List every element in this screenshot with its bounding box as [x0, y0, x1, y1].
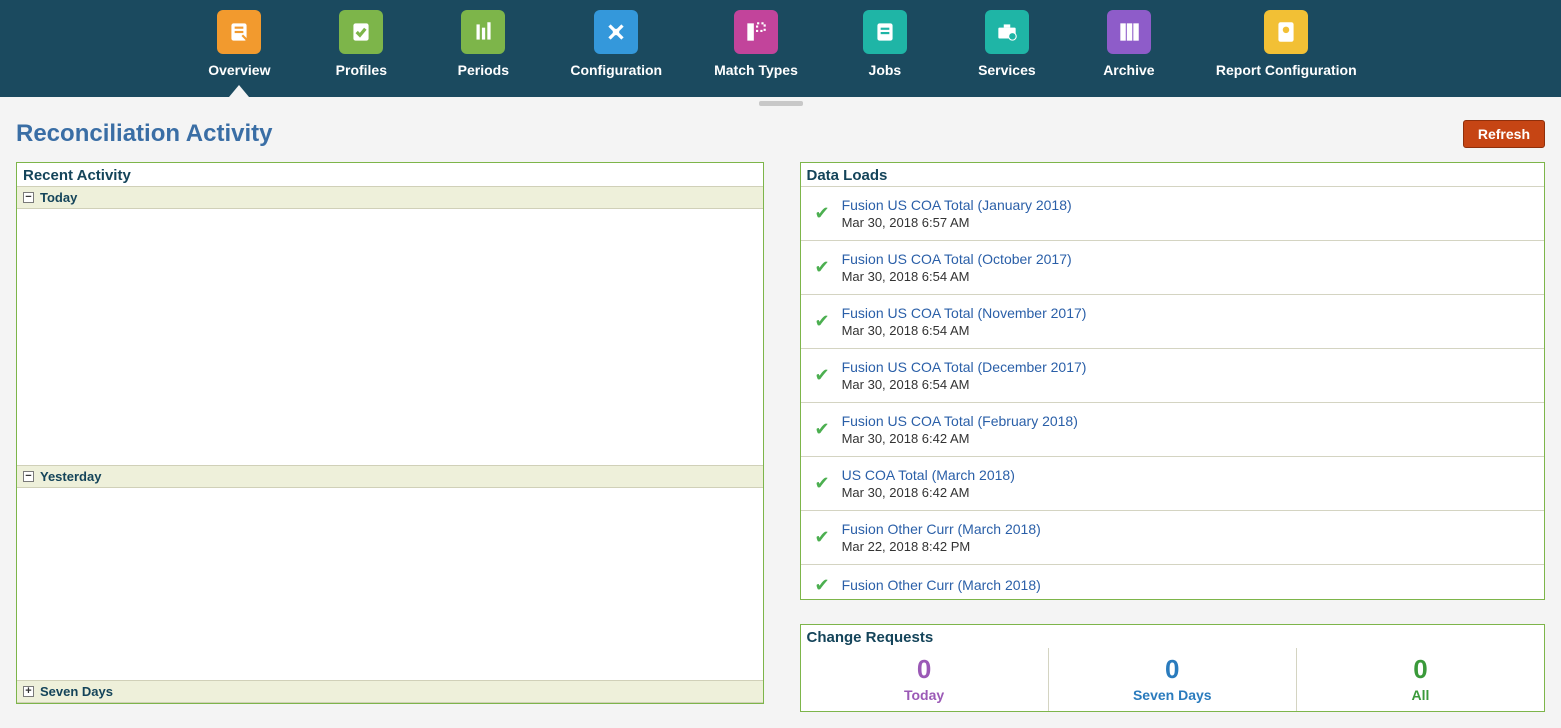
nav-archive[interactable]: Archive: [1094, 10, 1164, 79]
collapse-toggle-icon[interactable]: −: [23, 471, 34, 482]
change-request-label: All: [1297, 687, 1544, 703]
recent-activity-body: −Today−Yesterday+Seven Days: [17, 186, 763, 703]
nav-label: Configuration: [570, 62, 662, 79]
data-load-row: ✔ Fusion US COA Total (December 2017) Mar …: [801, 349, 1545, 403]
nav-periods[interactable]: Periods: [448, 10, 518, 79]
data-load-date: Mar 30, 2018 6:54 AM: [842, 323, 1087, 338]
nav-label: Archive: [1103, 62, 1154, 79]
nav-jobs-icon: [863, 10, 907, 54]
change-request-col[interactable]: 0 Today: [801, 648, 1049, 711]
data-load-link[interactable]: Fusion US COA Total (February 2018): [842, 413, 1078, 429]
change-requests-counts: 0Today0Seven Days0All: [801, 648, 1545, 711]
page-title: Reconciliation Activity: [16, 120, 273, 148]
data-load-date: Mar 30, 2018 6:54 AM: [842, 269, 1072, 284]
data-load-link[interactable]: Fusion US COA Total (October 2017): [842, 251, 1072, 267]
change-requests-panel: Change Requests 0Today0Seven Days0All: [800, 624, 1546, 712]
nav-label: Match Types: [714, 62, 798, 79]
nav-match-types[interactable]: Match Types: [714, 10, 798, 79]
recent-activity-panel: Recent Activity −Today−Yesterday+Seven D…: [16, 162, 764, 704]
grip-icon: [759, 101, 803, 106]
nav-configuration[interactable]: Configuration: [570, 10, 662, 79]
data-load-link[interactable]: Fusion US COA Total (January 2018): [842, 197, 1072, 213]
nav-label: Jobs: [869, 62, 902, 79]
nav-label: Profiles: [336, 62, 387, 79]
nav-report-configuration[interactable]: Report Configuration: [1216, 10, 1357, 79]
nav-jobs[interactable]: Jobs: [850, 10, 920, 79]
success-check-icon: ✔: [815, 311, 830, 332]
data-load-date: Mar 30, 2018 6:42 AM: [842, 485, 1015, 500]
nav-label: Report Configuration: [1216, 62, 1357, 79]
collapse-toggle-icon[interactable]: +: [23, 686, 34, 697]
activity-section-header[interactable]: −Yesterday: [17, 465, 763, 488]
panel-resize-handle[interactable]: [0, 97, 1561, 110]
activity-section-label: Today: [40, 190, 77, 205]
change-request-count: 0: [1049, 654, 1296, 685]
nav-services-icon: [985, 10, 1029, 54]
change-request-label: Today: [801, 687, 1048, 703]
data-load-row: ✔ US COA Total (March 2018) Mar 30, 2018 6…: [801, 457, 1545, 511]
nav-match-types-icon: [734, 10, 778, 54]
change-request-col[interactable]: 0 All: [1297, 648, 1544, 711]
nav-overview-icon: [217, 10, 261, 54]
change-request-col[interactable]: 0 Seven Days: [1049, 648, 1297, 711]
nav-archive-icon: [1107, 10, 1151, 54]
right-column: Data Loads ✔ Fusion US COA Total (January…: [800, 162, 1546, 712]
change-requests-title: Change Requests: [801, 625, 1545, 648]
data-load-link[interactable]: Fusion Other Curr (March 2018): [842, 521, 1041, 537]
activity-section-header[interactable]: + Seven Days: [17, 680, 763, 703]
nav-profiles[interactable]: Profiles: [326, 10, 396, 79]
nav-services[interactable]: Services: [972, 10, 1042, 79]
data-loads-title: Data Loads: [801, 163, 1545, 186]
nav-profiles-icon: [339, 10, 383, 54]
data-load-link[interactable]: Fusion Other Curr (March 2018): [842, 577, 1041, 593]
data-load-link[interactable]: Fusion US COA Total (December 2017): [842, 359, 1087, 375]
data-load-row: ✔ Fusion US COA Total (January 2018) Mar 3…: [801, 187, 1545, 241]
data-load-row: ✔ Fusion Other Curr (March 2018) Mar 22, 2…: [801, 511, 1545, 565]
data-load-link[interactable]: US COA Total (March 2018): [842, 467, 1015, 483]
collapse-toggle-icon[interactable]: −: [23, 192, 34, 203]
activity-section-label: Seven Days: [40, 684, 113, 699]
nav-overview[interactable]: Overview: [204, 10, 274, 79]
data-load-row: ✔ Fusion US COA Total (February 2018) Mar …: [801, 403, 1545, 457]
success-check-icon: ✔: [815, 365, 830, 386]
page-header: Reconciliation Activity Refresh: [0, 110, 1561, 162]
data-load-row: ✔ Fusion US COA Total (November 2017) Mar …: [801, 295, 1545, 349]
refresh-button[interactable]: Refresh: [1463, 120, 1545, 148]
data-loads-panel: Data Loads ✔ Fusion US COA Total (January…: [800, 162, 1546, 600]
data-load-date: Mar 30, 2018 6:54 AM: [842, 377, 1087, 392]
data-load-link[interactable]: Fusion US COA Total (November 2017): [842, 305, 1087, 321]
success-check-icon: ✔: [815, 419, 830, 440]
success-check-icon: ✔: [815, 575, 830, 596]
main-columns: Recent Activity −Today−Yesterday+Seven D…: [0, 162, 1561, 728]
activity-today-body: [17, 209, 763, 465]
success-check-icon: ✔: [815, 203, 830, 224]
change-request-label: Seven Days: [1049, 687, 1296, 703]
change-request-count: 0: [801, 654, 1048, 685]
activity-yesterday-body: [17, 488, 763, 680]
nav-report-configuration-icon: [1264, 10, 1308, 54]
success-check-icon: ✔: [815, 527, 830, 548]
nav-label: Services: [978, 62, 1036, 79]
data-load-row: ✔ Fusion Other Curr (March 2018): [801, 565, 1545, 599]
change-request-count: 0: [1297, 654, 1544, 685]
data-load-date: Mar 22, 2018 8:42 PM: [842, 539, 1041, 554]
nav-periods-icon: [461, 10, 505, 54]
activity-section-header[interactable]: −Today: [17, 186, 763, 209]
data-load-row: ✔ Fusion US COA Total (October 2017) Mar 3…: [801, 241, 1545, 295]
top-nav: Overview Profiles Periods Configuration Matc…: [0, 0, 1561, 97]
nav-configuration-icon: [594, 10, 638, 54]
data-load-date: Mar 30, 2018 6:57 AM: [842, 215, 1072, 230]
data-load-date: Mar 30, 2018 6:42 AM: [842, 431, 1078, 446]
data-loads-list[interactable]: ✔ Fusion US COA Total (January 2018) Mar 3…: [801, 186, 1545, 599]
activity-section-label: Yesterday: [40, 469, 101, 484]
nav-label: Periods: [458, 62, 509, 79]
success-check-icon: ✔: [815, 257, 830, 278]
success-check-icon: ✔: [815, 473, 830, 494]
recent-activity-title: Recent Activity: [17, 163, 763, 186]
nav-label: Overview: [208, 62, 270, 79]
